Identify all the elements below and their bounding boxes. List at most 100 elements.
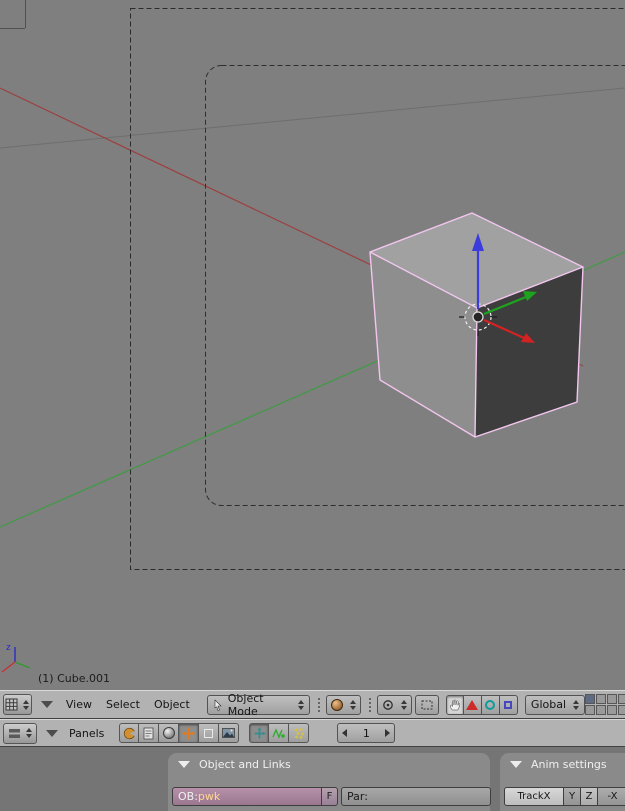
grid-line (0, 87, 625, 149)
panel-collapse-icon2[interactable] (510, 761, 522, 768)
logic-context-icon (123, 727, 136, 739)
scene-context-icon (222, 728, 236, 738)
mode-selector-label: Object Mode (227, 691, 264, 718)
editor-type-button[interactable] (3, 694, 32, 715)
draw-type-arrows (349, 699, 356, 710)
snap-button[interactable] (414, 694, 439, 715)
mode-icon (214, 698, 222, 711)
manipulator-enable-button[interactable] (445, 694, 464, 715)
layer-button[interactable] (596, 705, 607, 715)
layers-widget (585, 694, 625, 715)
3d-viewport[interactable]: z (1) Cube.001 (0, 0, 625, 690)
buttons-header: Panels 1 (0, 719, 625, 747)
viewport-scene: z (1) Cube.001 (0, 0, 625, 685)
shading-context-icon (162, 727, 175, 739)
active-object-info: (1) Cube.001 (38, 672, 110, 685)
object-context-button[interactable] (179, 723, 200, 743)
header-grip2[interactable] (367, 697, 372, 712)
header-grip[interactable] (316, 697, 321, 712)
menu-view[interactable]: View (59, 698, 99, 711)
mode-selector-arrows (297, 699, 304, 710)
frame-next-icon[interactable] (385, 729, 391, 737)
parent-field[interactable]: Par: (341, 787, 491, 806)
editor-type-arrows (23, 699, 30, 710)
object-and-links-panel: Object and Links OB: pwk F Par: (168, 753, 491, 811)
object-subcontext-button[interactable] (249, 723, 270, 743)
pivot-icon (383, 699, 393, 710)
panels-label[interactable]: Panels (62, 727, 111, 740)
layer-button[interactable] (585, 694, 596, 704)
buttons-window: Object and Links OB: pwk F Par: Anim sett… (0, 747, 625, 811)
scale-manipulator-icon (504, 700, 513, 709)
script-context-button[interactable] (139, 723, 160, 743)
menu-object[interactable]: Object (147, 698, 197, 711)
track-z-button[interactable]: Z (581, 787, 598, 806)
layer-button[interactable] (607, 705, 618, 715)
physics-subcontext-button[interactable] (269, 723, 290, 743)
object-panel-title: Object and Links (199, 758, 291, 771)
orientation-selector[interactable]: Global (524, 694, 586, 715)
mode-selector[interactable]: Object Mode (206, 691, 310, 718)
editor-3dview-icon (5, 698, 18, 711)
ob-prefix: OB: (178, 790, 198, 803)
editing-context-icon (204, 728, 214, 738)
draw-type-selector[interactable] (325, 694, 361, 715)
track-x-button[interactable]: TrackX (504, 787, 564, 806)
rotate-manipulator-button[interactable] (481, 694, 500, 715)
view-axis-gizmo: z (1, 643, 31, 673)
ob-value: pwk (197, 790, 221, 803)
fake-user-button[interactable]: F (322, 787, 338, 806)
anim-panel-row: TrackX Y Z -X (504, 787, 625, 806)
manipulator-toggle-group (445, 694, 518, 715)
header-collapse-icon2[interactable] (46, 729, 58, 737)
scene-context-button[interactable] (219, 723, 240, 743)
ob-name-field[interactable]: OB: pwk (172, 787, 322, 806)
script-context-icon (144, 727, 154, 739)
orientation-selector-label: Global (530, 698, 567, 711)
editing-context-button[interactable] (199, 723, 220, 743)
draw-type-icon (330, 698, 343, 711)
gizmo-x-axis (1, 661, 16, 673)
track-negx-button[interactable]: -X (598, 787, 625, 806)
layer-button[interactable] (618, 705, 625, 715)
object-panel-header[interactable]: Object and Links (168, 753, 490, 771)
translate-manipulator-button[interactable] (463, 694, 482, 715)
layer-button[interactable] (618, 694, 625, 704)
3dview-header: View Select Object Object Mode Global (0, 690, 625, 719)
translate-manipulator-icon (466, 699, 479, 710)
header-collapse-icon[interactable] (40, 701, 53, 708)
object-panel-row: OB: pwk F Par: (172, 787, 491, 806)
anim-panel-title: Anim settings (531, 758, 607, 771)
manipulator-hand-icon (450, 699, 461, 711)
editor-buttons-icon (9, 728, 20, 738)
logic-context-button[interactable] (119, 723, 140, 743)
anim-settings-panel: Anim settings TrackX Y Z -X (500, 753, 625, 811)
panel-collapse-icon[interactable] (178, 761, 190, 768)
layer-button[interactable] (607, 694, 618, 704)
manipulator-center (472, 311, 484, 323)
track-y-button[interactable]: Y (564, 787, 581, 806)
layer-button[interactable] (585, 705, 596, 715)
physics-subcontext-icon (272, 728, 286, 739)
snap-icon (421, 700, 433, 709)
gizmo-z-label: z (6, 643, 11, 653)
subcontext-button-group (249, 723, 310, 743)
editor-type-button-buttons[interactable] (3, 722, 37, 744)
shading-context-button[interactable] (159, 723, 180, 743)
object-subcontext-icon (254, 726, 266, 738)
particles-subcontext-button[interactable] (289, 723, 310, 743)
layer-button[interactable] (596, 694, 607, 704)
particles-subcontext-icon (294, 728, 304, 739)
gizmo-y-axis (14, 661, 31, 669)
editor-type-arrows2 (26, 728, 32, 738)
rotate-manipulator-icon (485, 699, 496, 710)
frame-stepper[interactable]: 1 (337, 723, 396, 743)
menu-select[interactable]: Select (99, 698, 147, 711)
scale-manipulator-button[interactable] (499, 694, 518, 715)
frame-value[interactable]: 1 (347, 727, 385, 740)
anim-panel-header[interactable]: Anim settings (500, 753, 625, 771)
context-button-group (119, 723, 240, 743)
object-context-icon (182, 726, 196, 740)
pivot-arrows (400, 699, 407, 710)
pivot-selector[interactable] (376, 694, 412, 715)
